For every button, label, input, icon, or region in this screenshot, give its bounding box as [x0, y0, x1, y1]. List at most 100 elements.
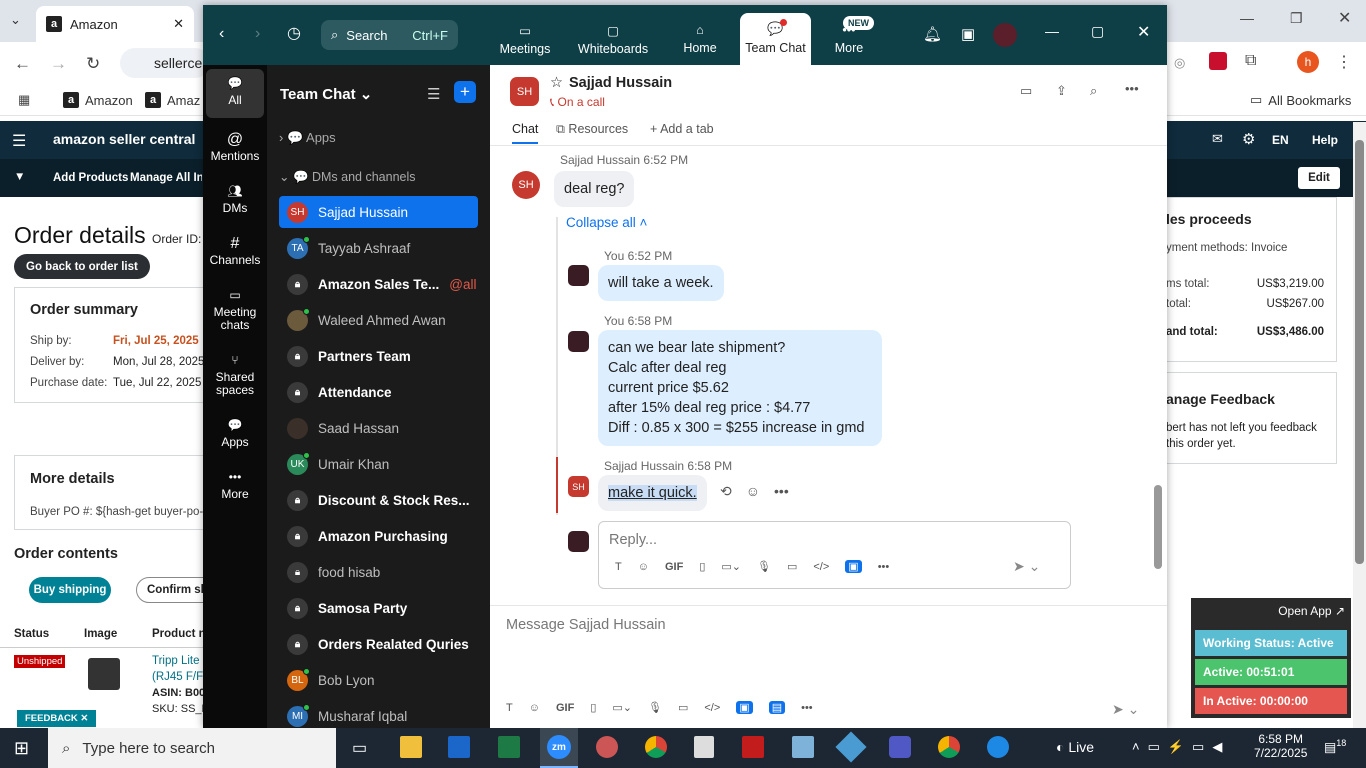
calculator-icon[interactable] — [694, 736, 714, 758]
file-explorer-icon[interactable] — [400, 736, 422, 758]
open-app-button[interactable]: Open App ↗ — [1278, 604, 1345, 618]
zoom-taskbar-icon[interactable]: zm — [540, 728, 578, 768]
microphone-icon[interactable]: 🎙︎ — [757, 560, 771, 573]
nav-home[interactable]: ⌂ Home — [662, 23, 738, 55]
calendar-icon[interactable]: ▣ — [961, 25, 975, 43]
back-arrow-icon[interactable]: ‹ — [219, 25, 224, 43]
send-icon[interactable]: ➤ ⌄ — [1112, 701, 1139, 718]
share-screen-icon[interactable]: ⇪ — [1056, 83, 1067, 99]
rail-all[interactable]: 💬 All — [206, 69, 264, 118]
my-avatar[interactable] — [568, 331, 589, 352]
product-link[interactable]: Tripp Lite — [152, 655, 200, 667]
bookmark-amazon[interactable]: a Amazon — [63, 92, 133, 108]
app-icon-2[interactable]: ▤ — [768, 701, 786, 714]
my-avatar[interactable] — [568, 265, 589, 286]
edit-button[interactable]: Edit — [1298, 167, 1340, 189]
notifications-bell-icon[interactable]: 🔔︎ — [923, 25, 942, 43]
app-icon[interactable]: ▣ — [736, 701, 753, 714]
chat-list-item[interactable]: BL Bob Lyon — [279, 664, 478, 696]
product-link-2[interactable]: (RJ45 F/F — [152, 671, 203, 683]
apps-section[interactable]: › 💬 Apps — [279, 130, 336, 146]
windows-start-icon[interactable]: ⊞ — [14, 738, 29, 759]
code-icon[interactable]: </> — [813, 561, 829, 573]
chat-list-item[interactable]: Saad Hassan — [279, 412, 478, 444]
buy-shipping-button[interactable]: Buy shipping — [29, 577, 111, 603]
rail-mentions[interactable]: @ Mentions — [203, 132, 267, 163]
more-tools-icon[interactable]: ••• — [801, 702, 813, 714]
more-tools-icon[interactable]: ••• — [878, 561, 890, 573]
team-chat-title[interactable]: Team Chat ⌄ — [280, 85, 372, 103]
chat-list-item[interactable]: 🔒︎ food hisab — [279, 556, 478, 588]
filezilla-icon[interactable] — [742, 736, 764, 758]
contact-name[interactable]: ☆ Sajjad Hussain — [550, 75, 672, 91]
screenshot-icon[interactable]: ▭⌄ — [612, 701, 632, 714]
send-icon[interactable]: ➤ ⌄ — [1013, 558, 1040, 575]
history-icon[interactable]: ◷ — [287, 23, 301, 43]
clock[interactable]: 6:58 PM 7/22/2025 — [1254, 732, 1307, 760]
tab-add[interactable]: + Add a tab — [650, 122, 714, 136]
all-bookmarks[interactable]: ▭ All Bookmarks — [1250, 92, 1351, 108]
code-icon[interactable]: </> — [704, 702, 720, 714]
tab-list-icon[interactable]: ⌄ — [10, 12, 21, 28]
rail-channels[interactable]: # Channels — [203, 236, 267, 267]
chat-list-item[interactable]: UK Umair Khan — [279, 448, 478, 480]
chat-list-item[interactable]: 🔒︎ Discount & Stock Res... — [279, 484, 478, 516]
task-view-icon[interactable]: ▭ — [352, 738, 367, 758]
help-link[interactable]: Help — [1312, 133, 1338, 147]
user-avatar[interactable] — [993, 23, 1017, 47]
close-window-icon[interactable]: ✕ — [1338, 8, 1351, 28]
nav-team-chat-active[interactable]: 💬 Team Chat — [740, 13, 811, 65]
product-image[interactable] — [88, 658, 120, 690]
tab-chat[interactable]: Chat — [512, 122, 539, 144]
excel-icon[interactable] — [498, 736, 520, 758]
system-tray-icons[interactable]: ˄▭⚡▭◀︎ — [1132, 739, 1230, 755]
emoji-icon[interactable]: ☺ — [638, 561, 649, 573]
gif-button[interactable]: GIF — [556, 702, 574, 714]
pdf-extension-icon[interactable] — [1209, 52, 1227, 70]
browser-tab[interactable]: a Amazon ✕ — [36, 6, 194, 42]
extensions-puzzle-icon[interactable]: ⧉ — [1245, 52, 1256, 70]
chat-list-item[interactable]: SH Sajjad Hussain — [279, 196, 478, 228]
rail-dms[interactable]: 👥︎ DMs — [203, 185, 267, 215]
chat-list-item[interactable]: 🔒︎ Attendance — [279, 376, 478, 408]
maximize-icon[interactable]: ▢ — [1091, 23, 1104, 40]
chat-list-item[interactable]: 🔒︎ Partners Team — [279, 340, 478, 372]
notification-center-icon[interactable]: ▤18 — [1324, 738, 1346, 755]
profile-avatar[interactable]: h — [1297, 51, 1319, 73]
bookmark-icon[interactable]: ▼ — [14, 171, 25, 183]
reply-input[interactable]: Reply... — [609, 532, 657, 548]
app-icon[interactable]: ▣ — [845, 560, 862, 573]
gif-button[interactable]: GIF — [665, 561, 683, 573]
edge-icon[interactable] — [987, 736, 1009, 758]
minimize-window-icon[interactable]: — — [1240, 10, 1254, 26]
taskbar-search[interactable]: ⌕ Type here to search — [48, 728, 336, 768]
format-text-icon[interactable]: T — [615, 561, 622, 573]
filter-icon[interactable]: ☰ — [427, 85, 440, 103]
live-weather[interactable]: ◐ Live — [1056, 739, 1094, 755]
nav-manage-inventory[interactable]: Manage All Inv — [130, 172, 202, 184]
chat-list-item[interactable]: Waleed Ahmed Awan — [279, 304, 478, 336]
close-tab-icon[interactable]: ✕ — [173, 16, 184, 32]
settings-gear-icon[interactable]: ⚙ — [1242, 130, 1255, 148]
dms-channels-section[interactable]: ⌄ 💬 DMs and channels — [279, 169, 416, 185]
language-selector[interactable]: EN — [1272, 133, 1289, 147]
star-icon[interactable]: ☆ — [550, 75, 563, 91]
rail-apps[interactable]: 💬 Apps — [203, 419, 267, 449]
reply-icon[interactable]: ⟲ — [720, 483, 732, 500]
feedback-tab[interactable]: FEEDBACK ✕ — [17, 710, 97, 727]
bookmark-amazon-2[interactable]: a Amaz — [145, 92, 200, 108]
outlook-icon[interactable] — [448, 736, 470, 758]
chrome-icon-2[interactable] — [938, 736, 960, 758]
nav-add-products[interactable]: Add Products — [53, 172, 128, 184]
search-chat-icon[interactable]: ⌕ — [1090, 83, 1097, 99]
nav-meetings[interactable]: ▭ Meetings — [487, 23, 563, 56]
app-icon-3[interactable] — [835, 731, 867, 763]
message-bubble[interactable]: can we bear late shipment? Calc after de… — [598, 330, 882, 446]
tab-resources[interactable]: ⧉ Resources — [556, 122, 628, 137]
file-icon[interactable]: ▯ — [699, 560, 705, 573]
back-icon[interactable]: ← — [14, 54, 31, 74]
video-call-icon[interactable]: ▭ — [1020, 83, 1032, 99]
chat-list-item[interactable]: 🔒︎ Amazon Sales Te... @all — [279, 268, 478, 300]
nav-whiteboards[interactable]: ▢ Whiteboards — [575, 23, 651, 56]
my-avatar[interactable] — [568, 531, 589, 552]
